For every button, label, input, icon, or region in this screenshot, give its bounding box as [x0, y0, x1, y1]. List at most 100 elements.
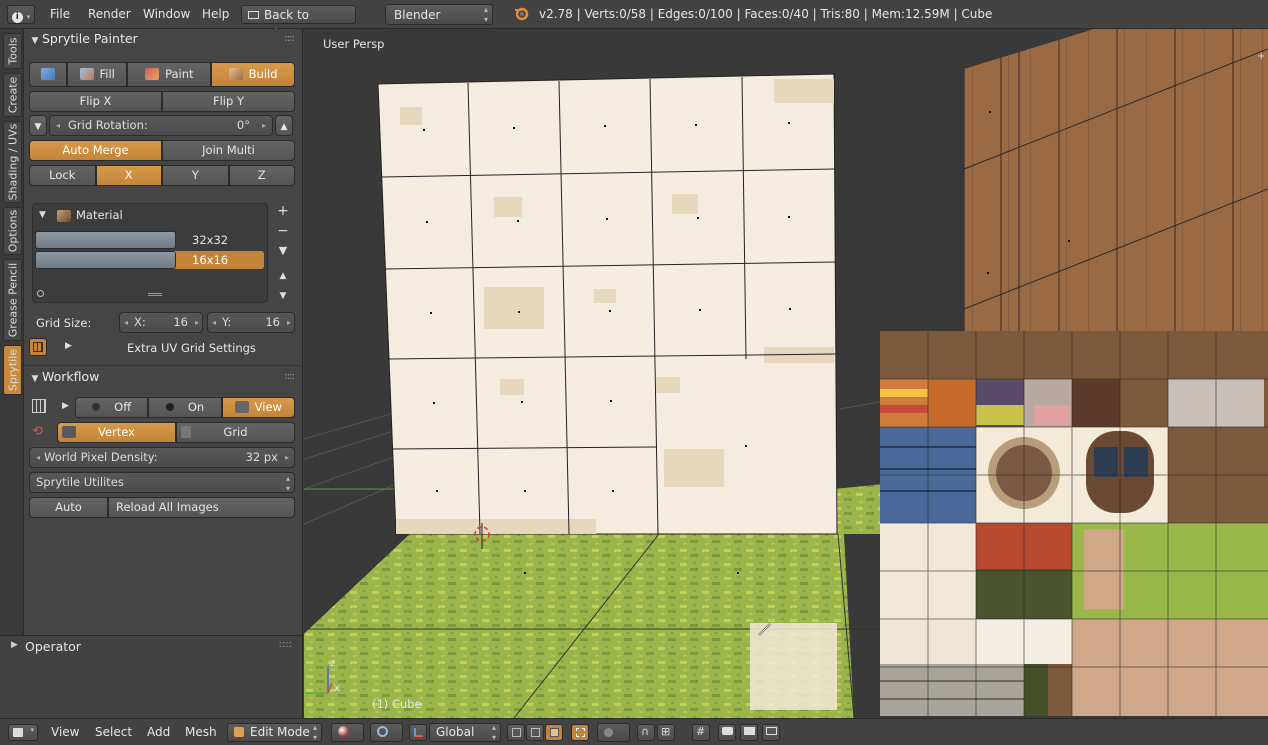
axis-x-button[interactable]: X — [95, 165, 162, 186]
editor-type-button[interactable]: ▾ — [8, 724, 38, 741]
mode-paint-button[interactable]: Paint — [127, 62, 212, 87]
lock-button[interactable]: Lock — [29, 165, 96, 186]
snap-toggle[interactable]: ∩ — [637, 724, 655, 741]
grid-x-field[interactable]: ◂ X: 16 ▸ — [119, 312, 203, 333]
reload-row: Auto Reload All Images — [29, 497, 295, 518]
render-icon-button[interactable]: # — [692, 724, 710, 741]
viewport-shading-select[interactable] — [331, 723, 364, 742]
snap-view-button[interactable]: View — [221, 397, 295, 418]
vertex-select-icon — [512, 728, 521, 737]
grid-rotation-field[interactable]: ◂ Grid Rotation: 0° ▸ — [49, 115, 273, 136]
back-to-previous-button[interactable]: Back to Previous — [241, 5, 356, 41]
operator-title[interactable]: Operator — [25, 639, 81, 654]
move-down-icon[interactable]: ▼ — [274, 287, 292, 305]
tab-create[interactable]: Create — [3, 73, 22, 117]
collapse-triangle-icon: ▼ — [31, 36, 39, 46]
properties-toggle-icon[interactable]: + — [1257, 51, 1265, 62]
list-item-selected[interactable]: 16x16 — [35, 251, 264, 269]
tab-shading-uvs[interactable]: Shading / UVs — [3, 121, 22, 203]
expand-triangle-icon[interactable]: ▼ — [39, 210, 46, 220]
viewport-scene[interactable]: z x + — [304, 29, 1268, 718]
snap-vertex-button[interactable]: Vertex — [57, 422, 176, 443]
decrement-arrow-icon: ◂ — [36, 453, 41, 462]
snap-grid-button[interactable]: Grid — [176, 422, 295, 443]
3d-viewport[interactable]: z x + User Persp (1) Cube — [304, 29, 1268, 718]
cube-icon — [13, 728, 23, 737]
expand-triangle-icon[interactable]: ▶ — [11, 640, 18, 650]
transform-orientation-select[interactable]: Global ▴ ▾ — [429, 723, 501, 742]
list-specials-icon[interactable]: ▼ — [274, 242, 292, 260]
snap-off-button[interactable]: Off — [75, 397, 149, 418]
stone-wall-mesh[interactable] — [377, 73, 838, 535]
mode-build-button[interactable]: Build — [211, 62, 296, 87]
view-icon — [234, 401, 249, 413]
fill-icon — [79, 68, 94, 80]
join-multi-toggle[interactable]: Join Multi — [162, 140, 295, 161]
flip-y-button[interactable]: Flip Y — [162, 91, 295, 112]
world-pixel-density-field[interactable]: ◂ World Pixel Density: 32 px ▸ — [29, 447, 295, 468]
material-name: Material — [76, 208, 123, 222]
menu-view[interactable]: View — [51, 719, 79, 745]
menu-select[interactable]: Select — [95, 719, 132, 745]
tileset-preview[interactable] — [880, 331, 1268, 716]
editor-type-button[interactable]: i ▾ — [7, 5, 35, 24]
add-item-icon[interactable]: + — [274, 202, 292, 220]
list-item[interactable]: 32x32 — [35, 231, 264, 249]
select-vertex-button[interactable] — [507, 724, 525, 741]
drag-grip-icon[interactable]: :::: — [285, 367, 296, 387]
filter-options-icon[interactable] — [37, 290, 44, 297]
auto-merge-toggle[interactable]: Auto Merge — [29, 140, 162, 161]
layers-button[interactable] — [762, 724, 780, 741]
workflow-header[interactable]: ▼ Workflow :::: — [28, 367, 300, 387]
expand-triangle-icon[interactable]: ▶ — [65, 341, 72, 351]
flip-row: Flip X Flip Y — [29, 91, 295, 112]
face-select-icon — [550, 728, 559, 737]
axis-y-button[interactable]: Y — [162, 165, 229, 186]
tab-options[interactable]: Options — [3, 207, 22, 255]
mode-fill-button[interactable]: Fill — [67, 62, 128, 87]
grid-y-field[interactable]: ◂ Y: 16 ▸ — [207, 312, 295, 333]
opengl-anim-button[interactable] — [740, 724, 758, 741]
rotate-left-button[interactable]: ▼ — [29, 115, 47, 136]
uv-grid-icon[interactable] — [29, 338, 47, 356]
manipulator-toggle[interactable] — [409, 724, 427, 741]
snap-element-select[interactable]: ⊞ — [657, 724, 675, 741]
mode-pick-button[interactable] — [29, 62, 67, 87]
menu-help[interactable]: Help — [202, 0, 229, 29]
menu-mesh[interactable]: Mesh — [185, 719, 217, 745]
select-face-button[interactable] — [545, 724, 563, 741]
drag-grip-icon[interactable]: :::: — [285, 29, 296, 49]
auto-reload-toggle[interactable]: Auto — [29, 497, 108, 518]
move-up-icon[interactable]: ▲ — [274, 267, 292, 285]
extra-uv-settings[interactable]: Extra UV Grid Settings — [127, 341, 256, 355]
pivot-point-select[interactable] — [370, 723, 403, 742]
resize-handle-icon[interactable] — [148, 293, 162, 296]
menu-add[interactable]: Add — [147, 719, 170, 745]
mode-select[interactable]: Edit Mode ▴ ▾ — [227, 723, 322, 742]
sprytile-painter-header[interactable]: ▼ Sprytile Painter :::: — [28, 29, 300, 49]
menu-file[interactable]: File — [50, 0, 70, 29]
flip-x-button[interactable]: Flip X — [29, 91, 162, 112]
render-engine-select[interactable]: Blender Render ▴▾ — [385, 4, 493, 43]
snap-on-button[interactable]: On — [148, 397, 222, 418]
reload-all-images-button[interactable]: Reload All Images — [108, 497, 295, 518]
menu-render[interactable]: Render — [88, 0, 131, 29]
sprytile-utilities-menu[interactable]: Sprytile Utilites ▴ ▾ — [29, 472, 295, 493]
menu-window[interactable]: Window — [143, 0, 190, 29]
tab-grease-pencil[interactable]: Grease Pencil — [3, 259, 22, 341]
arrow-down-icon: ▼ — [34, 122, 42, 132]
axis-z-button[interactable]: Z — [228, 165, 295, 186]
updown-arrows-icon: ▴ ▾ — [312, 723, 317, 742]
drag-grip-icon[interactable]: :::: — [279, 639, 292, 650]
rotate-right-button[interactable]: ▲ — [275, 115, 293, 136]
select-edge-button[interactable] — [526, 724, 544, 741]
collapse-triangle-icon: ▼ — [31, 374, 39, 384]
limit-selection-toggle[interactable] — [571, 724, 589, 741]
proportional-edit-select[interactable] — [597, 723, 630, 742]
updown-arrows-icon: ▴ ▾ — [483, 5, 488, 24]
remove-item-icon[interactable]: − — [274, 222, 292, 240]
expand-triangle-icon[interactable]: ▶ — [62, 401, 69, 411]
tab-tools[interactable]: Tools — [3, 33, 22, 69]
tab-sprytile[interactable]: Sprytile — [3, 345, 22, 395]
opengl-render-button[interactable] — [718, 724, 736, 741]
